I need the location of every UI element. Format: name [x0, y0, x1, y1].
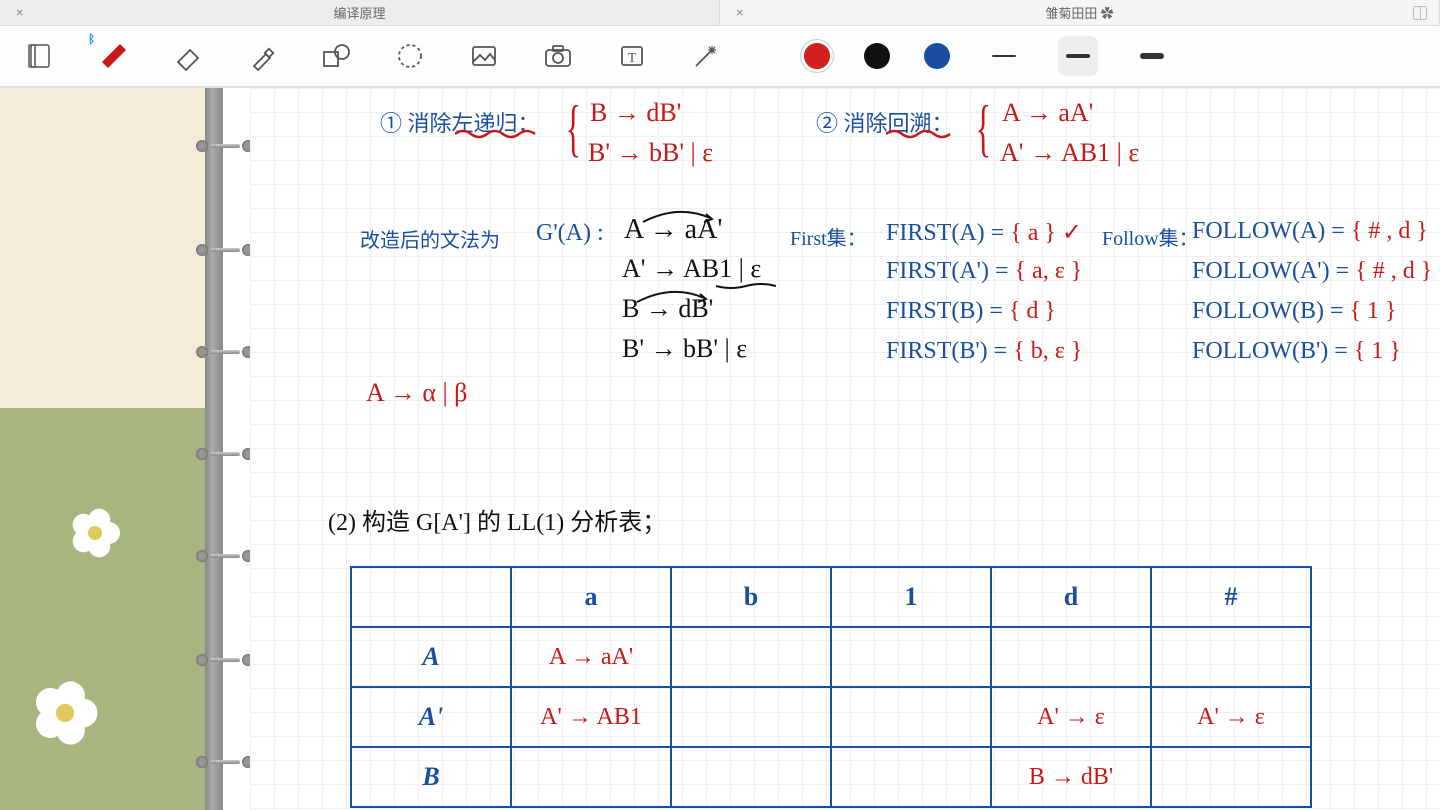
eraser-icon[interactable]: [168, 36, 208, 76]
cell: [511, 747, 671, 807]
cell: A' → AB1: [511, 687, 671, 747]
arc-arrow: [632, 288, 712, 306]
toolbar: ᛒ T: [0, 26, 1440, 88]
first-label: First集：: [790, 222, 867, 251]
brace-icon: {: [976, 102, 991, 153]
lasso-icon[interactable]: [390, 36, 430, 76]
close-icon[interactable]: ×: [16, 5, 23, 21]
svg-text:T: T: [628, 51, 637, 66]
table-row: A' A' → AB1 A' → ε A' → ε: [351, 687, 1311, 747]
stroke-thick[interactable]: [1132, 36, 1172, 76]
question-2: (2) 构造 G[A'] 的 LL(1) 分析表；: [328, 502, 666, 537]
color-blue[interactable]: [924, 43, 950, 69]
grammar-head: G'(A) :: [536, 220, 604, 247]
camera-icon[interactable]: [538, 36, 578, 76]
follow-label: Follow集：: [1102, 222, 1199, 251]
workspace: ① 消除左递归： { B → dB' B' → bB' | ε ② 消除回溯： …: [0, 88, 1440, 810]
brace-icon: {: [566, 102, 581, 153]
row-Ap: A': [351, 687, 511, 747]
cell: [1151, 627, 1311, 687]
cell: B → dB': [991, 747, 1151, 807]
col-b: b: [671, 567, 831, 627]
cell: A → aA': [511, 627, 671, 687]
bluetooth-icon: ᛒ: [88, 32, 95, 46]
image-icon[interactable]: [464, 36, 504, 76]
tab-right[interactable]: × 雏菊田田 ✿: [720, 0, 1440, 25]
step2-prod1: A → aA': [1002, 98, 1093, 128]
table-row: A A → aA': [351, 627, 1311, 687]
grammar-p4: B' → bB' | ε: [622, 334, 747, 364]
first-a: FIRST(A) = { a } ✓: [886, 218, 1082, 247]
notebook-icon[interactable]: [20, 36, 60, 76]
cell: [1151, 747, 1311, 807]
split-view-icon[interactable]: [1413, 6, 1427, 20]
shapes-icon[interactable]: [316, 36, 356, 76]
step1-prod2: B' → bB' | ε: [588, 138, 713, 168]
stroke-medium[interactable]: [1058, 36, 1098, 76]
first-b: FIRST(B) = { d }: [886, 298, 1056, 325]
squiggle-underline: [455, 128, 545, 140]
col-d: d: [991, 567, 1151, 627]
first-ap: FIRST(A') = { a, ε }: [886, 258, 1082, 285]
follow-ap: FOLLOW(A') = { # , d }: [1192, 258, 1432, 285]
col-hash: #: [1151, 567, 1311, 627]
table-row: B B → dB': [351, 747, 1311, 807]
cell: [671, 627, 831, 687]
cell: [831, 627, 991, 687]
follow-a: FOLLOW(A) = { # , d }: [1192, 218, 1428, 245]
col-a: a: [511, 567, 671, 627]
cell: A' → ε: [991, 687, 1151, 747]
grammar-p2: A' → AB1 | ε: [622, 254, 761, 284]
flower-decor: [70, 508, 120, 558]
row-A: A: [351, 627, 511, 687]
color-black[interactable]: [864, 43, 890, 69]
squiggle-underline: [886, 128, 966, 140]
cell: [671, 747, 831, 807]
arc-arrow: [638, 208, 718, 226]
flower-decor: [33, 681, 98, 746]
first-bp: FIRST(B') = { b, ε }: [886, 338, 1082, 365]
pen-icon[interactable]: ᛒ: [94, 36, 134, 76]
tab-label: 编译原理: [333, 3, 385, 22]
color-red[interactable]: [804, 43, 830, 69]
tab-left[interactable]: × 编译原理: [0, 0, 720, 25]
col-1: 1: [831, 567, 991, 627]
table-corner: [351, 567, 511, 627]
tab-label: 雏菊田田 ✿: [1045, 3, 1113, 22]
step1-prod1: B → dB': [590, 98, 681, 128]
cell: A' → ε: [1151, 687, 1311, 747]
follow-bp: FOLLOW(B') = { 1 }: [1192, 338, 1401, 365]
step2-prod2: A' → AB1 | ε: [1000, 138, 1139, 168]
tab-bar: × 编译原理 × 雏菊田田 ✿: [0, 0, 1440, 26]
cell: [831, 747, 991, 807]
grammar-label: 改造后的文法为: [360, 224, 500, 253]
binder-margin: [0, 88, 250, 810]
note-page[interactable]: ① 消除左递归： { B → dB' B' → bB' | ε ② 消除回溯： …: [250, 88, 1440, 810]
stroke-thin[interactable]: [984, 36, 1024, 76]
magic-wand-icon[interactable]: [686, 36, 726, 76]
aside-note: A → α | β: [366, 378, 467, 408]
cell: [831, 687, 991, 747]
follow-b: FOLLOW(B) = { 1 }: [1192, 298, 1397, 325]
underline: [716, 282, 776, 292]
close-icon[interactable]: ×: [736, 5, 743, 21]
cell: [671, 687, 831, 747]
row-B: B: [351, 747, 511, 807]
cell: [991, 627, 1151, 687]
highlighter-icon[interactable]: [242, 36, 282, 76]
ll1-table: a b 1 d # A A → aA' A' A' → AB1 A' → ε: [350, 566, 1312, 808]
text-icon[interactable]: T: [612, 36, 652, 76]
